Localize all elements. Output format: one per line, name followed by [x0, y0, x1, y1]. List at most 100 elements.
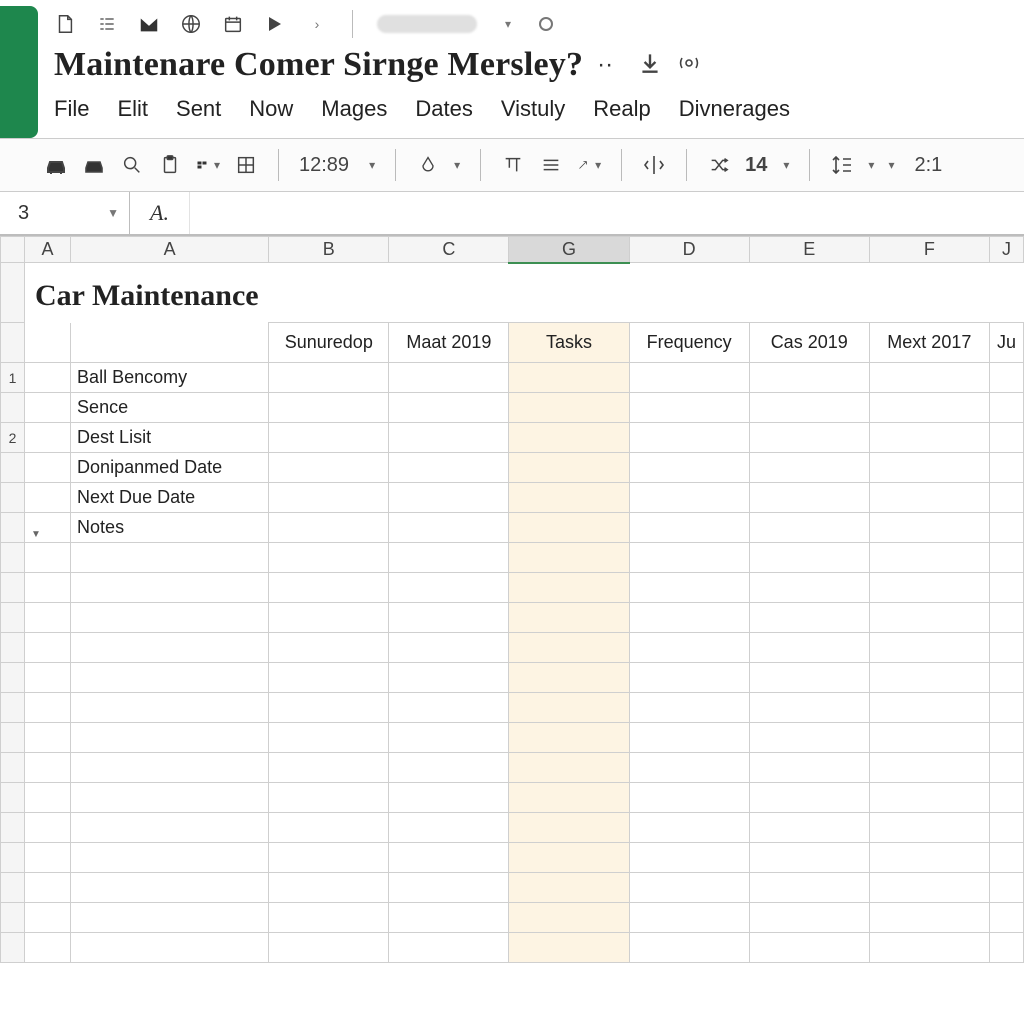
cell[interactable]	[71, 633, 269, 663]
cell[interactable]	[749, 543, 869, 573]
cell[interactable]	[989, 723, 1023, 753]
chevron-right-icon[interactable]: ›	[306, 13, 328, 35]
cell[interactable]	[629, 453, 749, 483]
cell[interactable]	[269, 663, 389, 693]
cell[interactable]	[509, 573, 629, 603]
cell[interactable]	[629, 783, 749, 813]
cell[interactable]	[629, 603, 749, 633]
cell[interactable]	[25, 543, 71, 573]
play-icon[interactable]	[264, 13, 286, 35]
cell[interactable]	[25, 363, 71, 393]
cell[interactable]	[509, 363, 629, 393]
cell[interactable]	[989, 513, 1023, 543]
cell[interactable]	[389, 753, 509, 783]
cell[interactable]	[989, 603, 1023, 633]
cell[interactable]	[389, 423, 509, 453]
column-header-C-3[interactable]: C	[389, 237, 509, 263]
cell[interactable]	[509, 513, 629, 543]
cell[interactable]	[629, 543, 749, 573]
cell[interactable]	[629, 573, 749, 603]
cell[interactable]	[269, 873, 389, 903]
cell[interactable]	[509, 843, 629, 873]
name-box[interactable]: 3 ▼	[0, 192, 130, 234]
cell[interactable]	[25, 393, 71, 423]
cell[interactable]	[389, 453, 509, 483]
cell[interactable]	[869, 903, 989, 933]
data-header-3[interactable]: Frequency	[629, 323, 749, 363]
cell[interactable]	[749, 873, 869, 903]
cell[interactable]	[269, 453, 389, 483]
cell[interactable]	[869, 843, 989, 873]
row-header[interactable]: 2	[1, 423, 25, 453]
cell[interactable]	[509, 723, 629, 753]
globe-icon[interactable]	[180, 13, 202, 35]
cell[interactable]	[269, 543, 389, 573]
cell[interactable]	[25, 903, 71, 933]
cell[interactable]	[25, 323, 71, 363]
row-header[interactable]	[1, 843, 25, 873]
cell[interactable]	[71, 543, 269, 573]
cell[interactable]	[749, 933, 869, 963]
row-label[interactable]: Dest Lisit	[71, 423, 269, 453]
car2-icon[interactable]	[82, 153, 106, 177]
row-label[interactable]: Donipanmed Date	[71, 453, 269, 483]
cell[interactable]	[749, 453, 869, 483]
row-header[interactable]	[1, 453, 25, 483]
cell[interactable]	[989, 753, 1023, 783]
cell[interactable]	[869, 543, 989, 573]
row-header[interactable]	[1, 323, 25, 363]
cell[interactable]	[25, 633, 71, 663]
column-header-A-1[interactable]: A	[71, 237, 269, 263]
lh-dd2-icon[interactable]: ▾	[888, 158, 894, 172]
cell[interactable]	[989, 873, 1023, 903]
cell[interactable]	[989, 423, 1023, 453]
name-box-dropdown-icon[interactable]: ▼	[107, 206, 119, 220]
data-header-2[interactable]: Tasks	[509, 323, 629, 363]
menu-item-mages[interactable]: Mages	[321, 96, 387, 122]
cell[interactable]	[629, 633, 749, 663]
cell[interactable]	[509, 753, 629, 783]
list-icon[interactable]	[96, 13, 118, 35]
center-icon[interactable]	[642, 153, 666, 177]
column-header-D-5[interactable]: D	[629, 237, 749, 263]
cell[interactable]	[269, 783, 389, 813]
cell[interactable]	[25, 723, 71, 753]
cell[interactable]	[71, 723, 269, 753]
cell[interactable]	[389, 633, 509, 663]
cell[interactable]	[389, 933, 509, 963]
cell[interactable]	[269, 933, 389, 963]
cell[interactable]	[71, 603, 269, 633]
cell[interactable]	[389, 483, 509, 513]
cell[interactable]	[629, 663, 749, 693]
cell[interactable]	[509, 483, 629, 513]
row-header[interactable]	[1, 693, 25, 723]
layout-dropdown[interactable]: ▾	[196, 153, 220, 177]
cell[interactable]	[25, 843, 71, 873]
cell[interactable]	[749, 423, 869, 453]
cell[interactable]	[389, 393, 509, 423]
cell[interactable]	[869, 393, 989, 423]
cell[interactable]	[749, 843, 869, 873]
cell[interactable]	[25, 813, 71, 843]
cell[interactable]	[629, 393, 749, 423]
cell[interactable]	[989, 843, 1023, 873]
column-header-G-4[interactable]: G	[509, 237, 629, 263]
cell[interactable]	[869, 813, 989, 843]
align-top-icon[interactable]	[501, 153, 525, 177]
cell[interactable]	[25, 873, 71, 903]
row-header[interactable]	[1, 753, 25, 783]
cell[interactable]	[25, 693, 71, 723]
row-header[interactable]	[1, 903, 25, 933]
cell[interactable]	[629, 723, 749, 753]
cell[interactable]	[869, 423, 989, 453]
cell[interactable]	[269, 753, 389, 783]
cell[interactable]	[629, 753, 749, 783]
cell[interactable]	[869, 483, 989, 513]
cell[interactable]	[269, 633, 389, 663]
number-combo[interactable]: 14 ▾	[745, 154, 789, 177]
cell[interactable]	[71, 933, 269, 963]
cell[interactable]	[749, 693, 869, 723]
cell[interactable]	[389, 903, 509, 933]
data-header-6[interactable]: Ju	[989, 323, 1023, 363]
row-header[interactable]	[1, 783, 25, 813]
